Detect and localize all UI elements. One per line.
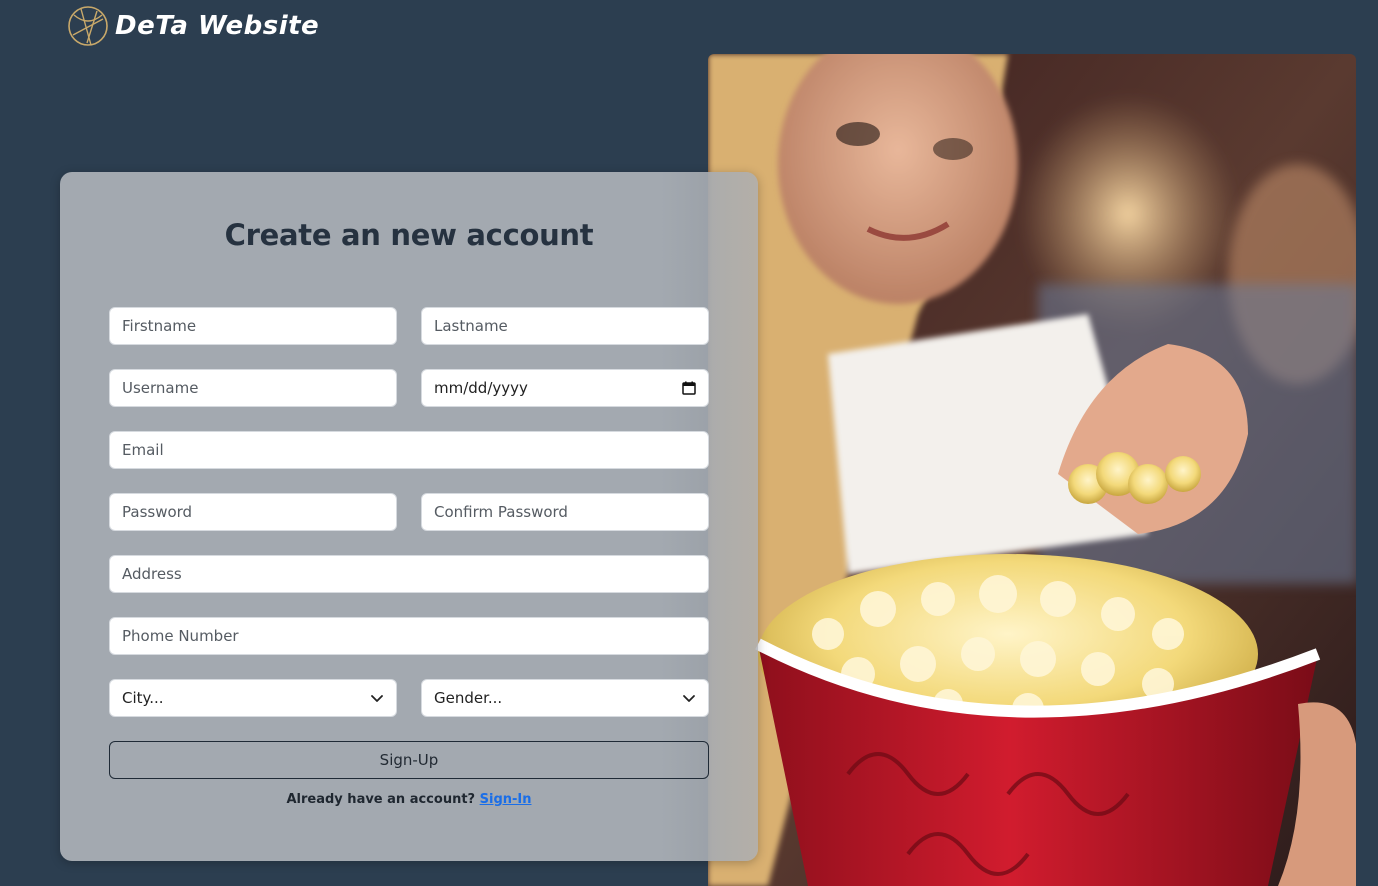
site-name: DeTa Website [115,11,320,41]
confirm-password-placeholder: Confirm Password [434,503,568,521]
firstname-placeholder: Firstname [122,317,197,335]
hero-image [708,54,1356,886]
email-placeholder: Email [122,441,164,459]
birthdate-value: mm/dd/yyyy [434,379,528,397]
email-input[interactable]: Email [109,431,709,469]
site-logo[interactable]: DeTa Website [67,6,319,46]
calendar-icon[interactable] [682,381,696,395]
signup-button[interactable]: Sign-Up [109,741,709,779]
phone-input[interactable]: Phome Number [109,617,709,655]
address-input[interactable]: Address [109,555,709,593]
username-placeholder: Username [122,379,199,397]
username-input[interactable]: Username [109,369,397,407]
already-have-account-text: Already have an account? [286,792,476,807]
lastname-placeholder: Lastname [434,317,508,335]
city-selected-value: City... [122,689,164,707]
lastname-input[interactable]: Lastname [421,307,709,345]
page-title: Create an new account [224,218,594,252]
firstname-input[interactable]: Firstname [109,307,397,345]
chevron-down-icon [683,695,695,702]
gender-select[interactable]: Gender... [421,679,709,717]
birthdate-input[interactable]: mm/dd/yyyy [421,369,709,407]
confirm-password-input[interactable]: Confirm Password [421,493,709,531]
phone-placeholder: Phome Number [122,627,239,645]
globe-icon [68,6,108,46]
signup-card: Create an new account Firstname Lastname… [60,172,758,861]
signin-prompt: Already have an account? Sign-In [60,792,758,807]
chevron-down-icon [371,695,383,702]
password-input[interactable]: Password [109,493,397,531]
gender-selected-value: Gender... [434,689,503,707]
signin-link[interactable]: Sign-In [480,792,532,807]
address-placeholder: Address [122,565,182,583]
city-select[interactable]: City... [109,679,397,717]
password-placeholder: Password [122,503,193,521]
